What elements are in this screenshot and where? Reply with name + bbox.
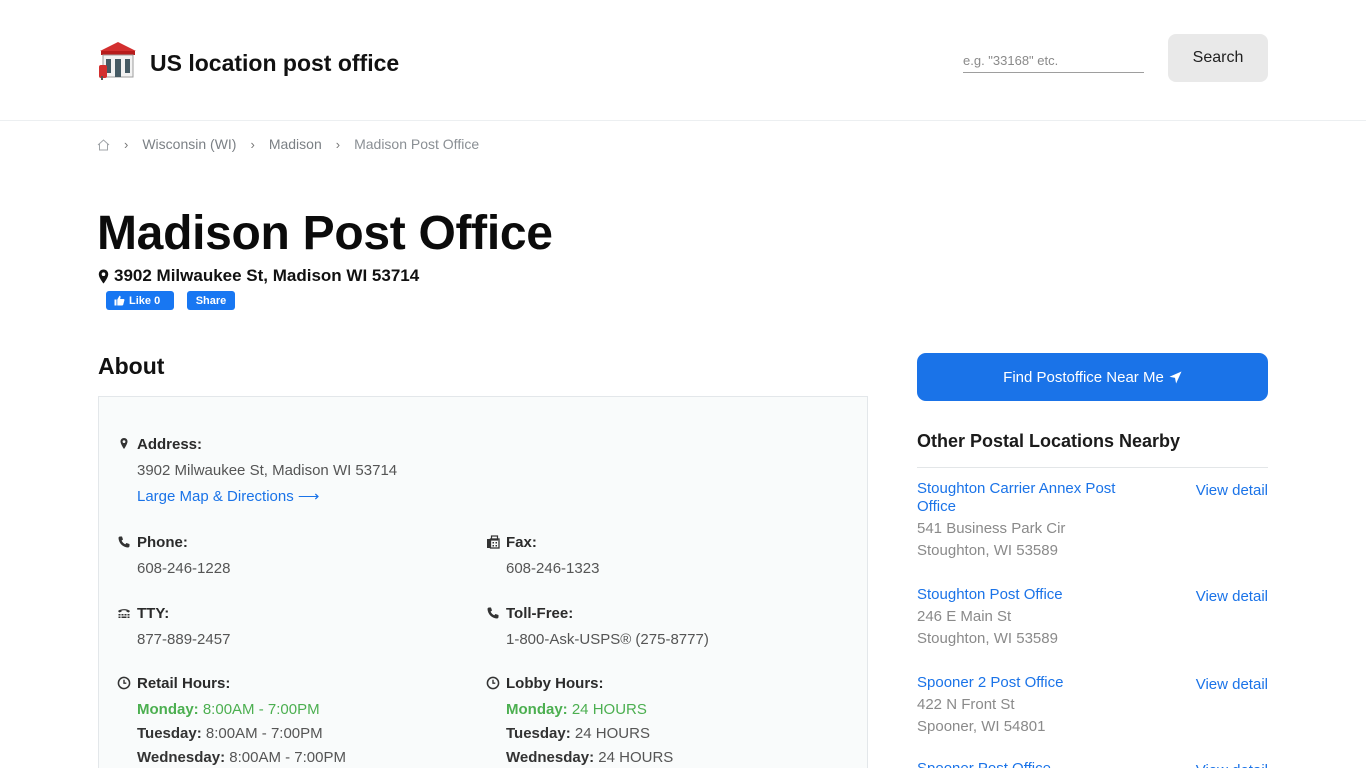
- breadcrumb: › Wisconsin (WI) › Madison › Madison Pos…: [97, 135, 479, 153]
- arrow-right-icon: ⟶: [297, 488, 320, 505]
- retail-hours-block: Retail Hours: Monday: 8:00AM - 7:00PM Tu…: [117, 674, 346, 766]
- nearby-item: Spooner Post Office View detail: [917, 760, 1268, 768]
- tty-block: TTY: 877-889-2457: [118, 604, 231, 648]
- nearby-street: 422 N Front St: [917, 696, 1015, 713]
- phone-block: Phone: 608-246-1228: [118, 533, 231, 577]
- nearby-location-link[interactable]: Spooner 2 Post Office: [917, 674, 1132, 692]
- nearby-location-link[interactable]: Spooner Post Office: [917, 760, 1132, 768]
- site-header: US location post office Search: [0, 0, 1366, 121]
- clock-icon: [486, 676, 500, 690]
- tollfree-block: Toll-Free: 1-800-Ask-USPS® (275-8777): [487, 604, 709, 648]
- retail-day: Wednesday:: [137, 749, 226, 766]
- nearby-street: 246 E Main St: [917, 608, 1012, 625]
- lobby-hours-label: Lobby Hours:: [506, 674, 604, 692]
- lobby-hours-row: Monday: 24 HOURS: [506, 701, 673, 718]
- page-address-text: 3902 Milwaukee St, Madison WI 53714: [114, 266, 420, 285]
- nearby-street: 541 Business Park Cir: [917, 520, 1066, 537]
- page-title: Madison Post Office: [97, 207, 553, 260]
- find-postoffice-near-me-button[interactable]: Find Postoffice Near Me: [917, 353, 1268, 401]
- clock-icon: [117, 676, 131, 690]
- facebook-share-button[interactable]: Share: [187, 291, 235, 310]
- thumbs-up-icon: [114, 295, 125, 306]
- breadcrumb-state[interactable]: Wisconsin (WI): [142, 136, 236, 152]
- lobby-hours-block: Lobby Hours: Monday: 24 HOURS Tuesday: 2…: [486, 674, 673, 766]
- lobby-time: 24 HOURS: [574, 725, 650, 742]
- retail-hours-row: Tuesday: 8:00AM - 7:00PM: [137, 725, 346, 742]
- nearby-location-link[interactable]: Stoughton Post Office: [917, 586, 1132, 604]
- site-title[interactable]: US location post office: [150, 50, 399, 77]
- view-detail-link[interactable]: View detail: [1196, 762, 1268, 768]
- retail-time: 8:00AM - 7:00PM: [205, 725, 323, 742]
- retail-day: Monday:: [137, 701, 199, 718]
- lobby-day: Wednesday:: [506, 749, 595, 766]
- view-detail-link[interactable]: View detail: [1196, 588, 1268, 605]
- lobby-hours-row: Wednesday: 24 HOURS: [506, 749, 673, 766]
- address-block: Address: 3902 Milwaukee St, Madison WI 5…: [120, 435, 398, 506]
- address-value: 3902 Milwaukee St, Madison WI 53714: [137, 462, 398, 479]
- retail-hours-row: Wednesday: 8:00AM - 7:00PM: [137, 749, 346, 766]
- retail-hours-label: Retail Hours:: [137, 674, 231, 692]
- map-directions-label: Large Map & Directions: [137, 488, 294, 505]
- tollfree-value: 1-800-Ask-USPS® (275-8777): [506, 631, 709, 648]
- tty-value: 877-889-2457: [137, 631, 231, 648]
- retail-time: 8:00AM - 7:00PM: [202, 701, 320, 718]
- lobby-time: 24 HOURS: [598, 749, 674, 766]
- map-directions-link[interactable]: Large Map & Directions ⟶: [137, 487, 319, 505]
- nearby-item: Stoughton Carrier Annex Post Office 541 …: [917, 480, 1268, 562]
- location-arrow-icon: [1169, 371, 1182, 383]
- phone-icon: [118, 536, 130, 548]
- search-input[interactable]: [963, 49, 1144, 73]
- nearby-heading: Other Postal Locations Nearby: [917, 431, 1181, 451]
- tollfree-label: Toll-Free:: [506, 604, 574, 622]
- fax-value: 608-246-1323: [506, 560, 600, 577]
- lobby-time: 24 HOURS: [571, 701, 647, 718]
- nearby-city: Stoughton, WI 53589: [917, 630, 1058, 647]
- post-office-logo-icon[interactable]: [97, 39, 139, 81]
- facebook-like-button[interactable]: Like 0: [106, 291, 174, 310]
- nearby-city: Spooner, WI 54801: [917, 718, 1046, 735]
- retail-time: 8:00AM - 7:00PM: [229, 749, 346, 766]
- lobby-day: Tuesday:: [506, 725, 571, 742]
- retail-day: Tuesday:: [137, 725, 202, 742]
- about-card: Address: 3902 Milwaukee St, Madison WI 5…: [98, 396, 868, 768]
- find-postoffice-label: Find Postoffice Near Me: [1003, 368, 1164, 386]
- address-label: Address:: [137, 435, 203, 453]
- breadcrumb-current: Madison Post Office: [354, 136, 480, 152]
- about-heading: About: [98, 353, 165, 379]
- tty-icon: [118, 609, 130, 618]
- view-detail-link[interactable]: View detail: [1196, 676, 1268, 693]
- chevron-right-icon: ›: [250, 136, 255, 152]
- nearby-item: Spooner 2 Post Office 422 N Front St Spo…: [917, 674, 1268, 738]
- chevron-right-icon: ›: [124, 136, 129, 152]
- breadcrumb-city[interactable]: Madison: [269, 136, 322, 152]
- fax-label: Fax:: [506, 533, 537, 551]
- chevron-right-icon: ›: [335, 136, 341, 152]
- phone-value: 608-246-1228: [137, 560, 231, 577]
- phone-label: Phone:: [137, 533, 188, 551]
- tty-label: TTY:: [137, 604, 170, 622]
- nearby-item: Stoughton Post Office 246 E Main St Stou…: [917, 586, 1268, 650]
- phone-icon: [487, 607, 499, 619]
- fax-block: Fax: 608-246-1323: [487, 533, 600, 577]
- search-button[interactable]: Search: [1168, 34, 1268, 82]
- lobby-hours-row: Tuesday: 24 HOURS: [506, 725, 673, 742]
- fax-icon: [487, 535, 500, 549]
- facebook-like-label: Like 0: [129, 294, 161, 307]
- divider: [917, 467, 1268, 468]
- retail-hours-row: Monday: 8:00AM - 7:00PM: [137, 701, 346, 718]
- view-detail-link[interactable]: View detail: [1196, 482, 1268, 499]
- map-marker-icon: [98, 269, 109, 283]
- nearby-city: Stoughton, WI 53589: [917, 542, 1058, 559]
- page-address: 3902 Milwaukee St, Madison WI 53714: [98, 266, 419, 286]
- lobby-day: Monday:: [506, 701, 568, 718]
- map-marker-icon: [120, 438, 128, 449]
- nearby-location-link[interactable]: Stoughton Carrier Annex Post Office: [917, 480, 1132, 516]
- home-icon[interactable]: [97, 138, 110, 151]
